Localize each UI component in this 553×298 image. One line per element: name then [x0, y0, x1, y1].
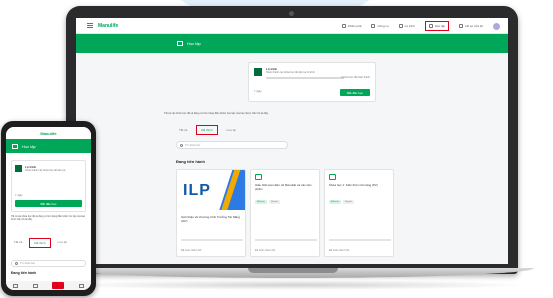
laptop-screen: Manulife Khám phá Công cụ Lộ trình Học t… — [76, 18, 508, 264]
nav-profile[interactable]: Hồ sơ của tôi — [459, 24, 483, 28]
main-content: Lộ trình Hoàn thành các khóa học để tiếp… — [164, 62, 420, 257]
avatar[interactable] — [493, 22, 500, 30]
program-card[interactable]: Lộ trình Hoàn thành các khóa học để tiếp… — [248, 62, 376, 102]
laptop-mockup: Manulife Khám phá Công cụ Lộ trình Học t… — [66, 6, 518, 274]
course-progress-bar — [329, 239, 391, 241]
search-placeholder: Tìm khóa học — [20, 262, 36, 265]
section-title: Đang tiến hành — [11, 271, 37, 275]
nav-route[interactable]: Lộ trình — [398, 24, 415, 28]
nav-links: Khám phá Công cụ Lộ trình Học tập Hồ sơ … — [341, 18, 500, 34]
book-icon — [428, 24, 433, 28]
route-icon — [398, 24, 403, 28]
search-input[interactable]: Tìm khóa học — [11, 260, 86, 267]
tag-duration: 10 phút — [268, 200, 280, 204]
course-tags: Bắt buộc 10 phút — [329, 200, 354, 204]
course-list: ILP Giới thiệu về chương trình Trưởng Tà… — [176, 169, 394, 257]
laptop-shadow — [60, 280, 530, 290]
brand-logo[interactable]: Manulife — [98, 23, 118, 29]
menu-icon[interactable] — [84, 18, 96, 34]
nav-tools[interactable]: Công cụ — [371, 24, 389, 28]
tab-liked[interactable]: Đã thích — [196, 125, 218, 135]
course-footer: Đã hoàn thành 0/1 — [329, 249, 350, 252]
notice-text: Tất cả các khóa học đã và đang có trên b… — [164, 112, 269, 115]
course-footer: Đã hoàn thành 0/1 — [181, 249, 202, 252]
book-icon — [329, 174, 336, 180]
webcam — [289, 11, 294, 16]
tag-required: Bắt buộc — [329, 200, 341, 204]
start-learning-button[interactable]: Bắt đầu học — [340, 89, 370, 96]
phone-mockup: Manulife Học tập Lộ trình Hoàn thành các… — [1, 121, 96, 296]
course-progress-bar — [181, 239, 243, 241]
course-title: Hiểu biết toàn diện về Manulife và các s… — [255, 183, 312, 191]
start-learning-button[interactable]: Bắt đầu học — [15, 200, 82, 207]
tab-all[interactable]: Tất cả — [176, 126, 190, 134]
book-icon — [12, 143, 18, 149]
brand-logo[interactable]: Manulife — [40, 131, 56, 136]
course-card[interactable]: ILP Giới thiệu về chương trình Trưởng Tà… — [176, 169, 246, 257]
nav-explore[interactable]: Khám phá — [341, 24, 361, 28]
learning-tab-active[interactable] — [52, 282, 65, 289]
tab-saved[interactable]: Lưu lại — [224, 126, 239, 134]
phone-screen: Manulife Học tập Lộ trình Hoàn thành các… — [6, 127, 91, 290]
course-tags: Bắt buộc 10 phút — [255, 200, 280, 204]
course-card[interactable]: Hiểu biết toàn diện về Manulife và các s… — [250, 169, 320, 257]
page-title: Học tập — [22, 143, 36, 149]
page-header: Học tập — [76, 34, 508, 53]
compass-icon — [341, 24, 346, 28]
tag-required: Bắt buộc — [255, 200, 267, 204]
home-icon[interactable] — [13, 283, 19, 288]
book-icon — [255, 174, 262, 180]
tab-all[interactable]: Tất cả — [11, 238, 25, 248]
course-footer: Đã hoàn thành 0/1 — [255, 249, 276, 252]
course-progress-bar — [255, 239, 317, 241]
search-icon — [15, 262, 18, 265]
search-icon — [180, 143, 183, 147]
course-tabs: Tất cả Đã thích Lưu lại — [176, 125, 239, 135]
top-navigation: Manulife Khám phá Công cụ Lộ trình Học t… — [76, 18, 508, 34]
marketing-stage: Manulife Khám phá Công cụ Lộ trình Học t… — [0, 0, 553, 298]
nav-learning[interactable]: Học tập — [424, 21, 450, 31]
laptop-notch — [248, 268, 338, 273]
course-tabs: Tất cả Đã thích Lưu lại — [11, 238, 70, 248]
book-icon — [177, 41, 183, 46]
tag-duration: 10 phút — [342, 200, 354, 204]
section-title: Đang tiến hành — [176, 159, 205, 164]
program-icon — [15, 165, 22, 172]
phone-topbar: Manulife — [6, 127, 91, 139]
course-thumbnail: ILP — [177, 170, 245, 210]
course-title: Khóa học 1: Kiến thức nền tảng (P2) — [329, 183, 378, 187]
phone-page-header: Học tập — [6, 139, 91, 153]
bottom-navigation — [6, 281, 91, 290]
program-description: Hoàn thành các khóa học để tiếp tục lộ t… — [266, 71, 315, 74]
program-icon — [254, 68, 262, 76]
tools-icon — [371, 24, 376, 28]
program-description: Hoàn thành các khóa học để tiếp tục — [25, 169, 66, 172]
program-progress-bar — [266, 77, 344, 79]
tab-saved[interactable]: Lưu lại — [55, 238, 70, 248]
tab-liked[interactable]: Đã thích — [29, 238, 51, 248]
profile-icon[interactable] — [78, 283, 84, 288]
program-days: 7 ngày — [254, 90, 262, 93]
course-card[interactable]: Khóa học 1: Kiến thức nền tảng (P2) Bắt … — [324, 169, 394, 257]
program-days: 7 ngày — [15, 194, 23, 197]
course-title: Giới thiệu về chương trình Trưởng Tài Nă… — [181, 215, 240, 223]
program-status: 0 khóa học đã hoàn thành — [341, 76, 370, 79]
program-card[interactable]: Lộ trình Hoàn thành các khóa học để tiếp… — [11, 160, 86, 212]
profile-icon — [459, 24, 464, 28]
notice-text: Tất cả các khóa học đã và đang có trên b… — [11, 216, 86, 221]
search-placeholder: Tìm khóa học — [185, 143, 201, 147]
thumbnail-text: ILP — [183, 182, 211, 199]
page-title: Học tập — [187, 41, 201, 46]
search-input[interactable]: Tìm khóa học — [176, 141, 288, 149]
compass-icon[interactable] — [32, 283, 38, 288]
